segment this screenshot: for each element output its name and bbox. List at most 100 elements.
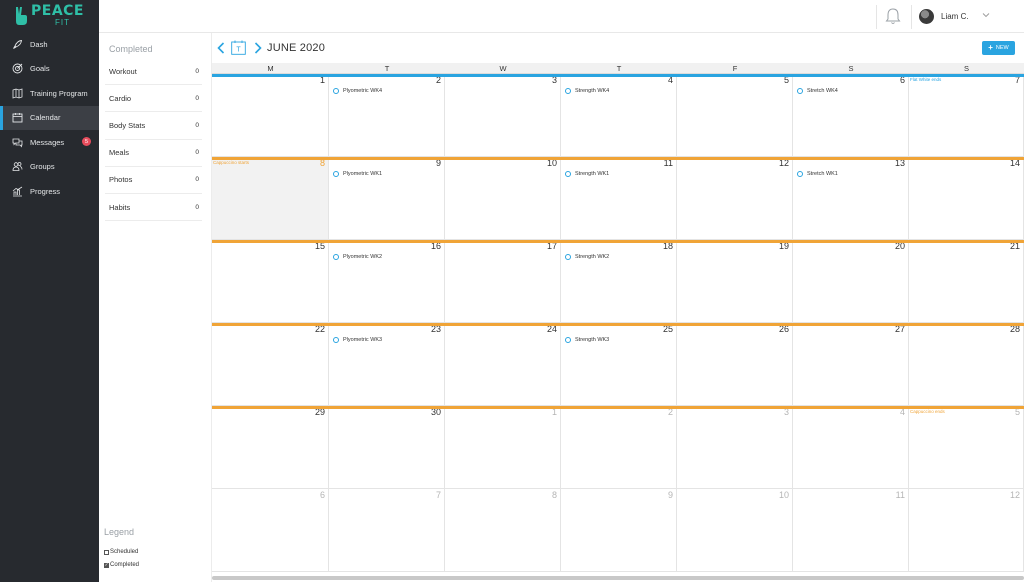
week-program-bar	[212, 74, 1024, 77]
scheduled-workout[interactable]: Plyometric WK4	[333, 88, 382, 94]
day-cell[interactable]: 30	[329, 406, 445, 489]
sidebar-item-progress[interactable]: Progress	[0, 179, 99, 204]
period-banner[interactable]: Flat White ends	[910, 77, 941, 82]
scheduled-workout[interactable]: Strength WK1	[565, 171, 609, 177]
day-cell[interactable]: 2 Plyometric WK4	[329, 74, 445, 157]
stat-count: 0	[195, 176, 199, 184]
day-cell[interactable]: 5 Cappuccino ends	[909, 406, 1024, 489]
scheduled-workout[interactable]: Plyometric WK3	[333, 337, 382, 343]
sidebar-item-calendar[interactable]: Calendar	[0, 105, 99, 130]
scheduled-workout[interactable]: Stretch WK4	[797, 88, 838, 94]
day-number: 6	[319, 490, 325, 500]
day-cell[interactable]: 7	[329, 489, 445, 572]
day-cell[interactable]: 11 Strength WK1	[561, 157, 677, 240]
day-cell[interactable]: 4 Strength WK4	[561, 74, 677, 157]
sidebar-item-messages[interactable]: Messages 5	[0, 130, 99, 155]
day-cell[interactable]: 18 Strength WK2	[561, 240, 677, 323]
horizontal-scrollbar[interactable]	[212, 576, 1024, 580]
day-cell[interactable]: 22	[212, 323, 329, 406]
workout-name: Plyometric WK4	[343, 88, 383, 94]
scheduled-status-icon	[565, 254, 571, 260]
day-cell[interactable]: 9	[561, 489, 677, 572]
legend-scheduled-label: Scheduled	[110, 549, 139, 555]
day-cell[interactable]: 6	[212, 489, 329, 572]
day-cell[interactable]: 2	[561, 406, 677, 489]
day-cell[interactable]: 8 Cappuccino starts	[212, 157, 329, 240]
day-cell[interactable]: 6 Stretch WK4	[793, 74, 909, 157]
completed-habits[interactable]: Habits 0	[105, 194, 202, 222]
completed-meals[interactable]: Meals 0	[105, 140, 202, 167]
day-cell[interactable]: 4	[793, 406, 909, 489]
day-cell[interactable]: 3	[677, 406, 793, 489]
scheduled-status-icon	[333, 337, 339, 343]
day-cell[interactable]: 12	[909, 489, 1024, 572]
new-button-label: NEW	[995, 45, 1009, 51]
day-cell[interactable]: 25 Strength WK3	[561, 323, 677, 406]
day-cell[interactable]: 17	[445, 240, 561, 323]
day-cell[interactable]: 16 Plyometric WK2	[329, 240, 445, 323]
sidebar-item-goals[interactable]: Goals	[0, 57, 99, 82]
day-cell[interactable]: 14	[909, 157, 1024, 240]
scheduled-workout[interactable]: Stretch WK1	[797, 171, 838, 177]
day-cell[interactable]: 23 Plyometric WK3	[329, 323, 445, 406]
completed-cardio[interactable]: Cardio 0	[105, 85, 202, 113]
scheduled-status-icon	[565, 88, 571, 94]
day-cell[interactable]: 5	[677, 74, 793, 157]
day-cell[interactable]: 19	[677, 240, 793, 323]
weekday-label: T	[384, 64, 390, 73]
day-cell[interactable]: 13 Stretch WK1	[793, 157, 909, 240]
sidebar-item-training-program[interactable]: Training Program	[0, 81, 99, 106]
day-cell[interactable]: 11	[793, 489, 909, 572]
completed-workout[interactable]: Workout 0	[105, 58, 202, 86]
day-cell[interactable]: 9 Plyometric WK1	[329, 157, 445, 240]
peace-fit-logo[interactable]: PEACE FIT	[14, 4, 94, 30]
scheduled-workout[interactable]: Plyometric WK2	[333, 254, 382, 260]
sidebar-item-label: Dash	[30, 39, 48, 49]
day-cell[interactable]: 10	[677, 489, 793, 572]
day-cell[interactable]: 1	[445, 406, 561, 489]
completed-photos[interactable]: Photos 0	[105, 167, 202, 194]
day-cell[interactable]: 7 Flat White ends	[909, 74, 1024, 157]
scheduled-workout[interactable]: Strength WK4	[565, 88, 609, 94]
scheduled-workout[interactable]: Plyometric WK1	[333, 171, 382, 177]
sidebar-item-dash[interactable]: Dash	[0, 32, 99, 57]
day-cell[interactable]: 15	[212, 240, 329, 323]
today-button[interactable]: T	[231, 40, 246, 55]
sidebar-item-label: Messages	[30, 137, 65, 147]
day-cell[interactable]: 24	[445, 323, 561, 406]
day-cell[interactable]: 20	[793, 240, 909, 323]
day-cell[interactable]: 12	[677, 157, 793, 240]
period-banner[interactable]: Cappuccino starts	[213, 160, 249, 165]
day-cell[interactable]: 10	[445, 157, 561, 240]
day-cell[interactable]: 1	[212, 74, 329, 157]
day-cell[interactable]: 21	[909, 240, 1024, 323]
new-event-button[interactable]: + NEW	[982, 41, 1015, 55]
day-cell[interactable]: 26	[677, 323, 793, 406]
weekday-header: MTWTFSS	[212, 63, 1024, 74]
scheduled-workout[interactable]: Strength WK3	[565, 337, 609, 343]
stat-count: 0	[195, 94, 199, 102]
scheduled-workout[interactable]: Strength WK2	[565, 254, 609, 260]
chevron-left-icon[interactable]	[217, 42, 225, 54]
calendar-header: T JUNE 2020 + NEW	[212, 33, 1024, 63]
calendar-today-icon: T	[231, 40, 246, 55]
day-cell[interactable]: 3	[445, 74, 561, 157]
completed-body-stats[interactable]: Body Stats 0	[105, 112, 202, 140]
brand-name: PEACE	[31, 3, 84, 19]
week-row: 8 Cappuccino starts 9 Plyometric WK1 10 11 Str…	[212, 157, 1024, 240]
divider	[911, 5, 912, 29]
chevron-down-icon[interactable]	[982, 12, 990, 18]
workout-name: Strength WK1	[575, 171, 610, 177]
workout-name: Strength WK3	[575, 337, 610, 343]
sidebar-item-label: Groups	[30, 162, 55, 172]
day-cell[interactable]: 8	[445, 489, 561, 572]
period-banner[interactable]: Cappuccino ends	[910, 409, 945, 414]
user-menu[interactable]: Liam C.	[919, 8, 969, 24]
chevron-right-icon[interactable]	[254, 42, 262, 54]
sidebar-item-label: Progress	[30, 186, 61, 196]
day-cell[interactable]: 28	[909, 323, 1024, 406]
day-cell[interactable]: 29	[212, 406, 329, 489]
sidebar-item-groups[interactable]: Groups	[0, 155, 99, 180]
bell-icon[interactable]	[885, 7, 901, 25]
day-cell[interactable]: 27	[793, 323, 909, 406]
